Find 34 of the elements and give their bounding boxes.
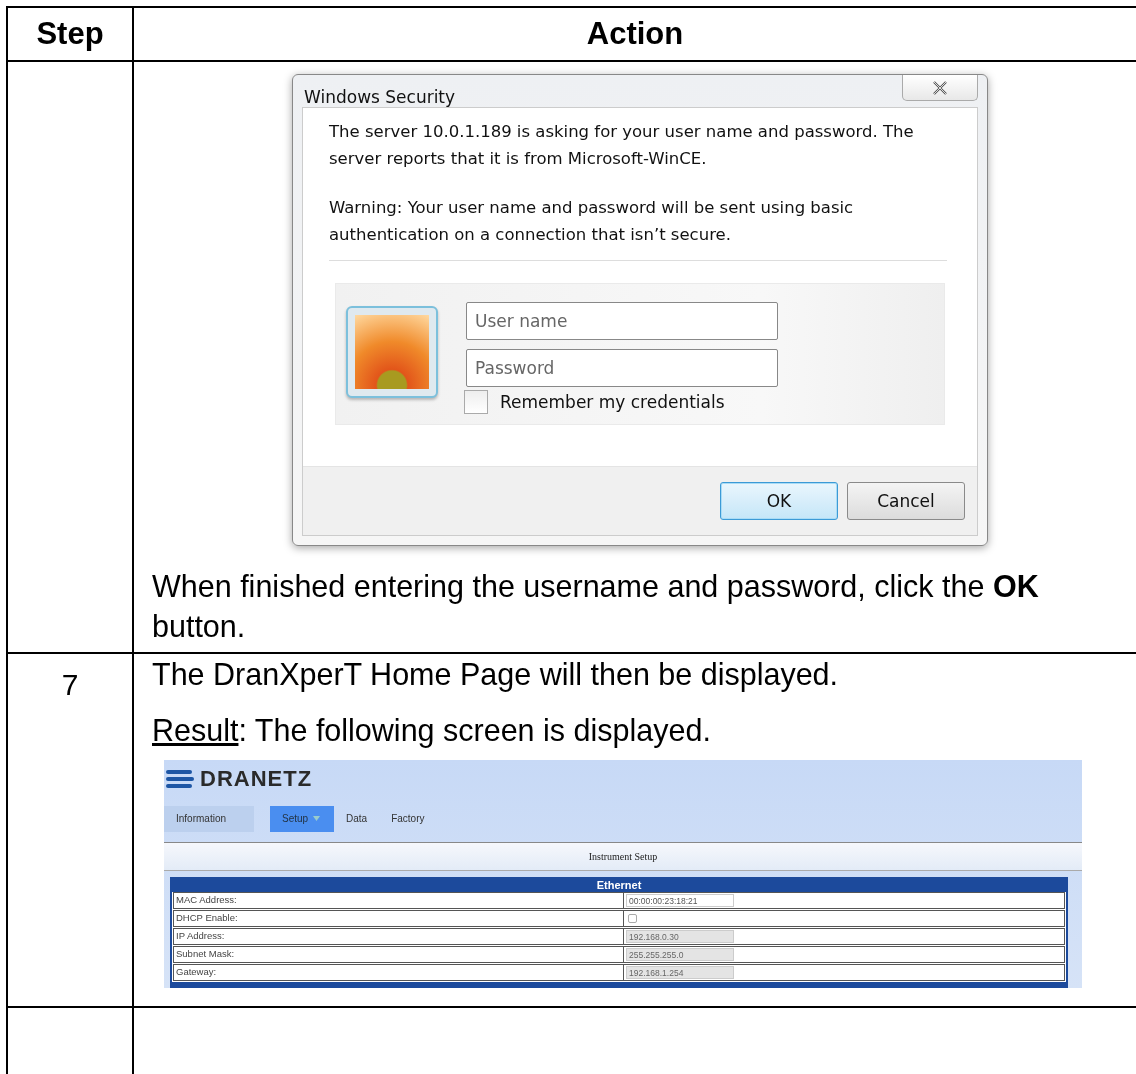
window-title: Windows Security [303,86,456,107]
value-field[interactable]: 00:00:00:23:18:21 [626,894,734,907]
step-description: The DranXperT Home Page will then be displayed. [152,656,840,694]
setting-label: Subnet Mask: [174,947,624,962]
checkbox-label: Remember my credentials [500,392,725,412]
dialog-button[interactable]: OK [720,482,838,520]
checkbox[interactable] [464,390,488,414]
setting-label: IP Address: [174,929,624,944]
flower-picture-icon [346,306,438,398]
instruction-text: When finished entering the username and password, click the OK button. [152,568,1040,645]
nav-tab[interactable]: Data [334,805,380,833]
dialog-button[interactable]: Cancel [847,482,965,520]
result-text: : The following screen is displayed. [238,713,711,747]
logo-text: DRANETZ [200,765,313,792]
close-button[interactable] [902,75,978,101]
checkbox[interactable] [628,914,637,923]
nav-tab[interactable]: Information [164,805,254,833]
message-text: The server 10.0.1.189 is asking for your user name and password. The server reports that it is from Microsoft-WinCE. [328,121,915,170]
close-icon [931,80,949,95]
section-header: Ethernet [172,879,1066,892]
input-field[interactable]: User name [466,302,778,340]
input-field[interactable]: Password [466,349,778,387]
page-title: Instrument Setup [588,851,658,863]
nav-tab[interactable]: Factory [379,805,437,833]
nav-tab[interactable]: Setup [270,805,334,833]
message-text: Warning: Your user name and password will be sent using basic authentication on a connection that isn’t secure. [328,197,855,246]
setting-label: Gateway: [174,965,624,980]
setting-label: MAC Address: [174,893,624,908]
column-header: Action [133,7,1136,61]
step-number: 7 [61,668,79,701]
stripes-icon [166,768,196,789]
setting-label: DHCP Enable: [174,911,624,926]
column-header: Step [7,7,133,61]
result-label: Result [152,713,239,747]
